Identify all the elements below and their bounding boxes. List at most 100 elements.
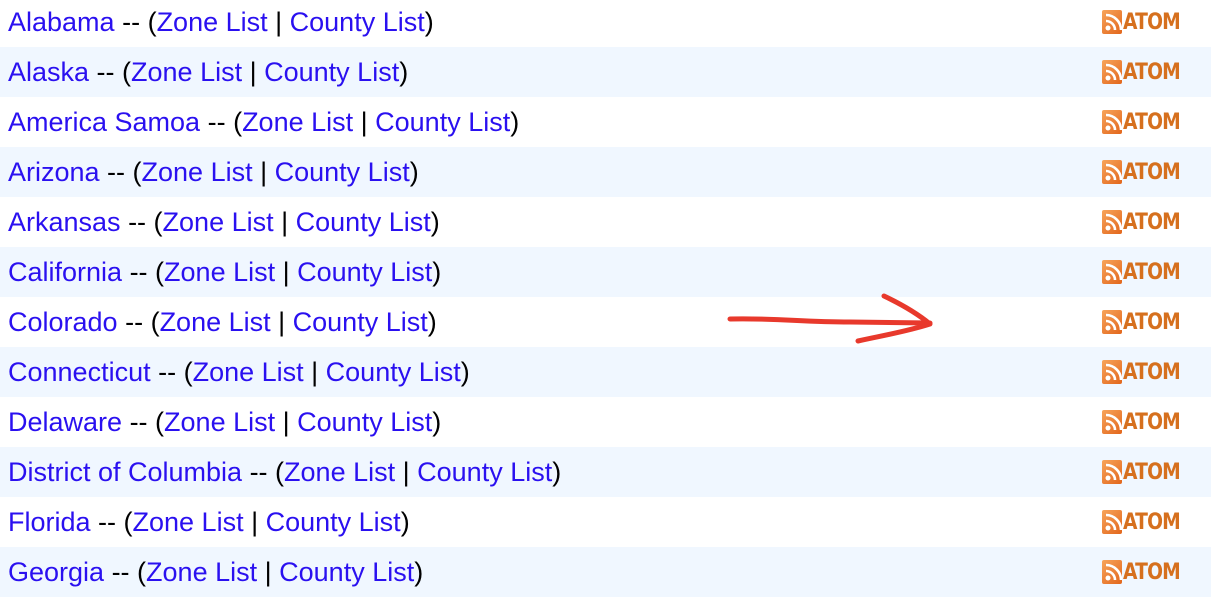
zone-list-link[interactable]: Zone List bbox=[131, 57, 242, 87]
state-row: Arkansas -- (Zone List | County List) AT… bbox=[0, 197, 1211, 247]
atom-feed-button[interactable]: ATOM bbox=[1102, 108, 1190, 136]
rss-feed-icon bbox=[1102, 160, 1123, 184]
zone-list-link[interactable]: Zone List bbox=[193, 357, 304, 387]
state-row: California -- (Zone List | County List) … bbox=[0, 247, 1211, 297]
atom-feed-button[interactable]: ATOM bbox=[1102, 558, 1190, 586]
close-paren: ) bbox=[432, 257, 442, 287]
atom-label: ATOM bbox=[1123, 59, 1181, 85]
atom-feed-button[interactable]: ATOM bbox=[1102, 408, 1190, 436]
county-list-link[interactable]: County List bbox=[264, 57, 399, 87]
atom-label: ATOM bbox=[1123, 509, 1181, 535]
rss-feed-icon bbox=[1102, 360, 1123, 384]
atom-feed-button[interactable]: ATOM bbox=[1102, 508, 1190, 536]
state-row: Alaska -- (Zone List | County List) ATOM bbox=[0, 47, 1211, 97]
state-link[interactable]: Alabama bbox=[8, 7, 115, 37]
pipe-separator: | bbox=[353, 107, 376, 137]
county-list-link[interactable]: County List bbox=[375, 107, 510, 137]
separator: -- ( bbox=[117, 307, 160, 337]
state-link[interactable]: America Samoa bbox=[8, 107, 200, 137]
state-link[interactable]: California bbox=[8, 257, 122, 287]
county-list-link[interactable]: County List bbox=[297, 407, 432, 437]
pipe-separator: | bbox=[267, 7, 290, 37]
close-paren: ) bbox=[432, 407, 442, 437]
close-paren: ) bbox=[510, 107, 520, 137]
zone-list-link[interactable]: Zone List bbox=[142, 157, 253, 187]
atom-feed-button[interactable]: ATOM bbox=[1102, 58, 1190, 86]
rss-feed-icon bbox=[1102, 460, 1123, 484]
zone-list-link[interactable]: Zone List bbox=[164, 257, 275, 287]
rss-feed-icon bbox=[1102, 310, 1123, 334]
atom-label: ATOM bbox=[1123, 209, 1181, 235]
state-row: Arizona -- (Zone List | County List) ATO… bbox=[0, 147, 1211, 197]
atom-label: ATOM bbox=[1123, 259, 1181, 285]
zone-list-link[interactable]: Zone List bbox=[163, 207, 274, 237]
state-link[interactable]: Georgia bbox=[8, 557, 104, 587]
zone-list-link[interactable]: Zone List bbox=[284, 457, 395, 487]
close-paren: ) bbox=[399, 57, 409, 87]
atom-label: ATOM bbox=[1123, 109, 1181, 135]
pipe-separator: | bbox=[275, 407, 298, 437]
rss-feed-icon bbox=[1102, 210, 1123, 234]
state-list: Alabama -- (Zone List | County List) ATO… bbox=[0, 0, 1211, 597]
separator: -- ( bbox=[200, 107, 243, 137]
state-link[interactable]: District of Columbia bbox=[8, 457, 242, 487]
zone-list-link[interactable]: Zone List bbox=[133, 507, 244, 537]
county-list-link[interactable]: County List bbox=[297, 257, 432, 287]
atom-feed-button[interactable]: ATOM bbox=[1102, 358, 1190, 386]
state-row: Colorado -- (Zone List | County List) AT… bbox=[0, 297, 1211, 347]
atom-feed-button[interactable]: ATOM bbox=[1102, 258, 1190, 286]
county-list-link[interactable]: County List bbox=[417, 457, 552, 487]
county-list-link[interactable]: County List bbox=[279, 557, 414, 587]
close-paren: ) bbox=[430, 207, 440, 237]
atom-label: ATOM bbox=[1123, 409, 1181, 435]
close-paren: ) bbox=[424, 7, 434, 37]
zone-list-link[interactable]: Zone List bbox=[164, 407, 275, 437]
state-row: Georgia -- (Zone List | County List) ATO… bbox=[0, 547, 1211, 597]
county-list-link[interactable]: County List bbox=[266, 507, 401, 537]
pipe-separator: | bbox=[257, 557, 280, 587]
pipe-separator: | bbox=[303, 357, 326, 387]
atom-feed-button[interactable]: ATOM bbox=[1102, 458, 1190, 486]
close-paren: ) bbox=[460, 357, 470, 387]
pipe-separator: | bbox=[270, 307, 293, 337]
state-link[interactable]: Alaska bbox=[8, 57, 89, 87]
atom-feed-button[interactable]: ATOM bbox=[1102, 8, 1190, 36]
zone-list-link[interactable]: Zone List bbox=[146, 557, 257, 587]
state-link[interactable]: Colorado bbox=[8, 307, 118, 337]
state-link[interactable]: Connecticut bbox=[8, 357, 151, 387]
atom-feed-button[interactable]: ATOM bbox=[1102, 308, 1190, 336]
separator: -- ( bbox=[99, 157, 142, 187]
rss-feed-icon bbox=[1102, 510, 1123, 534]
zone-list-link[interactable]: Zone List bbox=[160, 307, 271, 337]
rss-feed-icon bbox=[1102, 110, 1123, 134]
county-list-link[interactable]: County List bbox=[293, 307, 428, 337]
atom-label: ATOM bbox=[1123, 9, 1181, 35]
county-list-link[interactable]: County List bbox=[290, 7, 425, 37]
separator: -- ( bbox=[104, 557, 147, 587]
county-list-link[interactable]: County List bbox=[296, 207, 431, 237]
rss-feed-icon bbox=[1102, 560, 1123, 584]
separator: -- ( bbox=[122, 257, 165, 287]
pipe-separator: | bbox=[243, 507, 266, 537]
separator: -- ( bbox=[114, 7, 157, 37]
pipe-separator: | bbox=[275, 257, 298, 287]
state-row: Florida -- (Zone List | County List) ATO… bbox=[0, 497, 1211, 547]
state-row: Delaware -- (Zone List | County List) AT… bbox=[0, 397, 1211, 447]
pipe-separator: | bbox=[242, 57, 265, 87]
zone-list-link[interactable]: Zone List bbox=[157, 7, 268, 37]
separator: -- ( bbox=[120, 207, 163, 237]
separator: -- ( bbox=[89, 57, 132, 87]
state-link[interactable]: Arizona bbox=[8, 157, 100, 187]
atom-label: ATOM bbox=[1123, 559, 1181, 585]
zone-list-link[interactable]: Zone List bbox=[242, 107, 353, 137]
county-list-link[interactable]: County List bbox=[326, 357, 461, 387]
county-list-link[interactable]: County List bbox=[275, 157, 410, 187]
close-paren: ) bbox=[409, 157, 419, 187]
state-link[interactable]: Delaware bbox=[8, 407, 122, 437]
atom-feed-button[interactable]: ATOM bbox=[1102, 208, 1190, 236]
state-link[interactable]: Arkansas bbox=[8, 207, 121, 237]
state-link[interactable]: Florida bbox=[8, 507, 91, 537]
close-paren: ) bbox=[427, 307, 437, 337]
atom-label: ATOM bbox=[1123, 309, 1181, 335]
atom-feed-button[interactable]: ATOM bbox=[1102, 158, 1190, 186]
